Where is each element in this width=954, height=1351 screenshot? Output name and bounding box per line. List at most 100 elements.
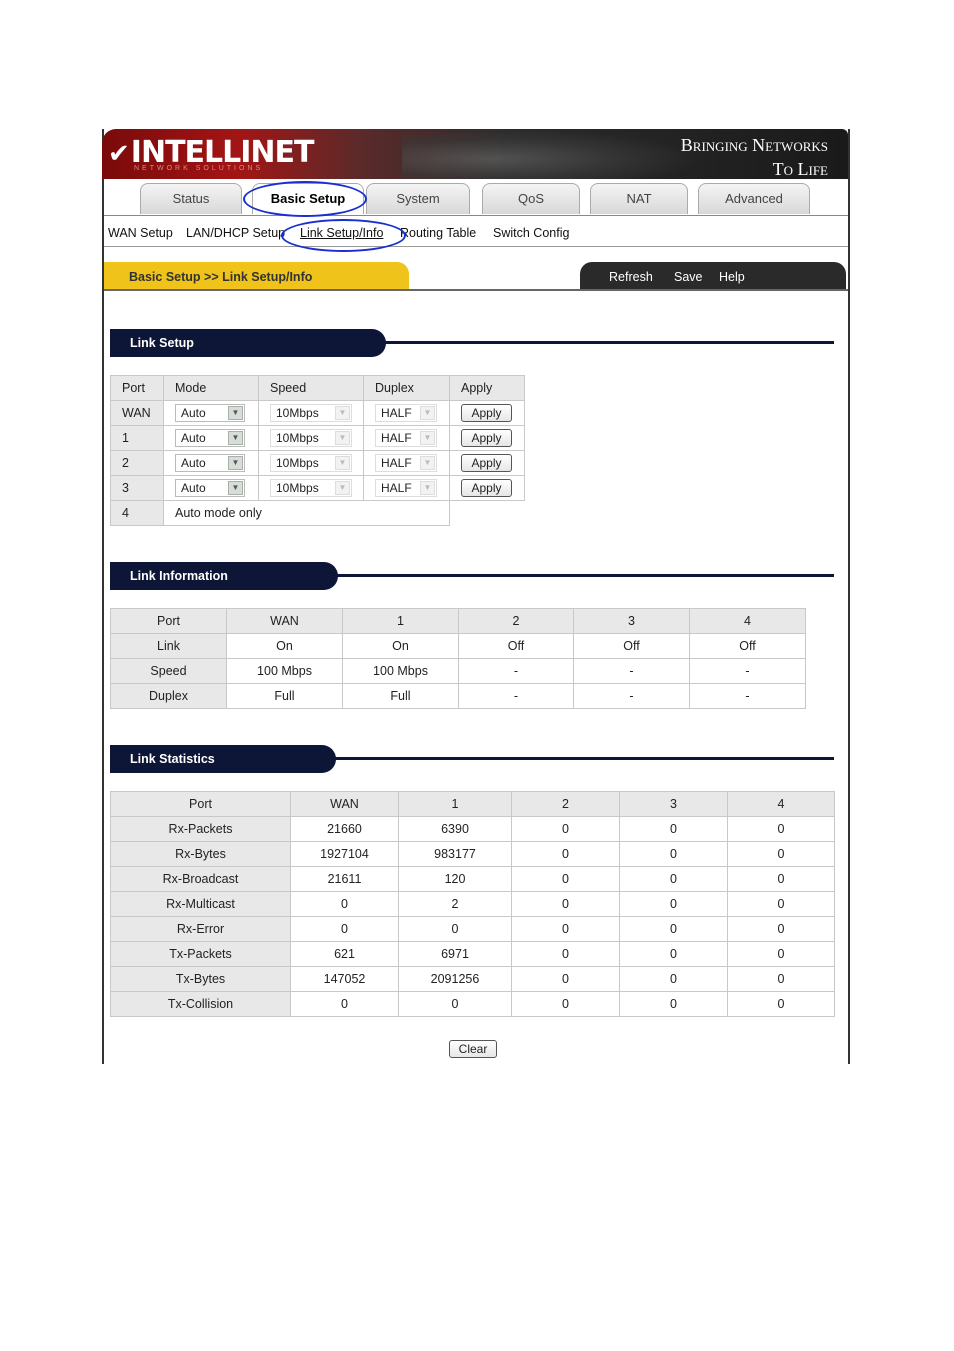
table-cell: 2091256 [398,966,512,992]
row-label: Link [110,633,227,659]
table-header-row: Port WAN 1 2 3 4 [110,608,806,634]
table-cell: 6971 [398,941,512,967]
tagline: Bringing Networks To Life [680,135,828,179]
table-row: Rx-Bytes 1927104 983177 0 0 0 [110,841,835,867]
chevron-down-icon: ▼ [335,481,350,495]
table-row: 3 Auto ▼ 10Mbps ▼ HALF ▼ Apply [110,475,525,501]
speed-select: 10Mbps ▼ [270,454,352,472]
column-header: 1 [342,608,459,634]
chevron-down-icon: ▼ [420,456,435,470]
column-header: WAN [226,608,343,634]
table-cell: - [689,683,806,709]
table-cell: 0 [727,966,835,992]
table-cell: 0 [619,841,728,867]
checkmark-icon: ✔ [108,139,130,169]
table-cell: 0 [511,916,620,942]
mode-select[interactable]: Auto ▼ [175,479,245,497]
apply-button[interactable]: Apply [461,404,512,422]
table-cell: 147052 [290,966,399,992]
table-cell: 6390 [398,816,512,842]
chevron-down-icon: ▼ [420,431,435,445]
refresh-button[interactable]: Refresh [609,262,653,292]
header-banner: ✔INTELLINET NETWORK SOLUTIONS Bringing N… [102,129,848,179]
logo-subtitle: NETWORK SOLUTIONS [134,165,264,172]
port-cell: 3 [110,475,164,501]
column-header: 1 [398,791,512,817]
table-cell: 0 [511,991,620,1017]
section-title: Link Statistics [110,745,336,773]
table-cell: Off [573,633,690,659]
table-cell: 0 [511,841,620,867]
table-row: Speed 100 Mbps 100 Mbps - - - [110,658,806,684]
table-cell: 0 [290,991,399,1017]
tab-nat[interactable]: NAT [590,183,688,214]
apply-button[interactable]: Apply [461,479,512,497]
column-header: Mode [163,375,259,401]
duplex-select: HALF ▼ [375,429,437,447]
tab-qos[interactable]: QoS [482,183,580,214]
tab-system[interactable]: System [366,183,470,214]
table-cell: 2 [398,891,512,917]
globe-graphic [402,129,702,179]
mode-select[interactable]: Auto ▼ [175,429,245,447]
table-row: Tx-Packets 621 6971 0 0 0 [110,941,835,967]
table-cell: - [458,658,574,684]
subnav-link-setup-info[interactable]: Link Setup/Info [300,226,383,240]
duplex-select: HALF ▼ [375,479,437,497]
save-button[interactable]: Save [674,262,703,292]
column-header: Apply [449,375,525,401]
table-cell: 1927104 [290,841,399,867]
table-row: Link On On Off Off Off [110,633,806,659]
mode-select[interactable]: Auto ▼ [175,404,245,422]
main-tab-bar: Status Basic Setup System QoS NAT Advanc… [104,179,848,216]
subnav-routing-table[interactable]: Routing Table [400,226,476,240]
row-label: Rx-Error [110,916,291,942]
clear-button[interactable]: Clear [449,1040,497,1058]
table-cell: 0 [727,816,835,842]
table-cell: 0 [619,991,728,1017]
table-cell: 0 [511,816,620,842]
mode-select[interactable]: Auto ▼ [175,454,245,472]
table-header-row: Port Mode Speed Duplex Apply [110,375,525,401]
sub-navigation: WAN Setup LAN/DHCP Setup Link Setup/Info… [104,216,848,247]
speed-select: 10Mbps ▼ [270,404,352,422]
link-setup-table: Port Mode Speed Duplex Apply WAN Auto ▼ 1… [110,375,525,526]
column-header: 3 [619,791,728,817]
table-cell: 0 [511,966,620,992]
subnav-switch-config[interactable]: Switch Config [493,226,569,240]
column-header: 2 [458,608,574,634]
subnav-wan-setup[interactable]: WAN Setup [108,226,173,240]
tab-status[interactable]: Status [140,183,242,214]
column-header: Port [110,608,227,634]
column-header: 2 [511,791,620,817]
duplex-select: HALF ▼ [375,404,437,422]
tab-advanced[interactable]: Advanced [698,183,810,214]
column-header: Speed [258,375,364,401]
table-cell: Off [458,633,574,659]
table-row: Tx-Bytes 147052 2091256 0 0 0 [110,966,835,992]
table-cell: 120 [398,866,512,892]
tab-basic-setup[interactable]: Basic Setup [252,183,364,214]
chevron-down-icon: ▼ [335,456,350,470]
table-row: Rx-Broadcast 21611 120 0 0 0 [110,866,835,892]
row-label: Rx-Bytes [110,841,291,867]
chevron-down-icon: ▼ [420,481,435,495]
apply-button[interactable]: Apply [461,429,512,447]
table-header-row: Port WAN 1 2 3 4 [110,791,835,817]
chevron-down-icon: ▼ [335,431,350,445]
table-cell: 0 [398,991,512,1017]
table-cell: 100 Mbps [226,658,343,684]
link-statistics-table: Port WAN 1 2 3 4 Rx-Packets 21660 6390 0… [110,791,835,1017]
help-button[interactable]: Help [719,262,745,292]
apply-button[interactable]: Apply [461,454,512,472]
section-rule [330,757,834,760]
action-bar: Refresh Save Help [580,262,846,290]
subnav-lan-dhcp-setup[interactable]: LAN/DHCP Setup [186,226,285,240]
content-divider [104,289,848,291]
duplex-select: HALF ▼ [375,454,437,472]
table-row: 4 Auto mode only [110,500,525,526]
row-label: Speed [110,658,227,684]
breadcrumb: Basic Setup >> Link Setup/Info [104,262,409,290]
table-cell: 0 [727,941,835,967]
section-title: Link Information [110,562,338,590]
